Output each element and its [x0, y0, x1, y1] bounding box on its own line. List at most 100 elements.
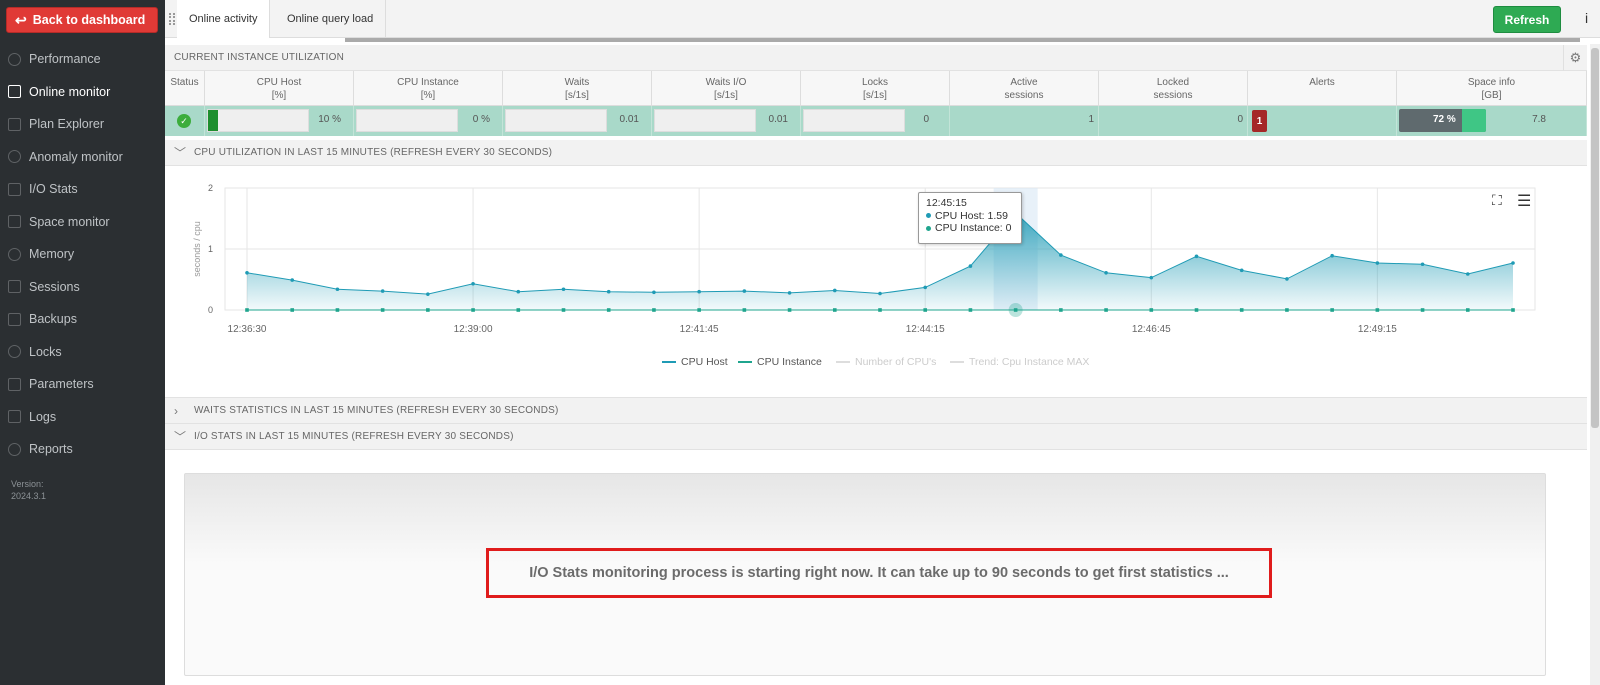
- io-section-header[interactable]: ﹀ I/O STATS IN LAST 15 MINUTES (REFRESH …: [165, 424, 1587, 450]
- cpu-host-point[interactable]: [1104, 270, 1108, 275]
- cpu-instance-point[interactable]: [516, 308, 521, 312]
- cpu-host-point[interactable]: [1330, 253, 1334, 258]
- cpu-instance-point[interactable]: [1059, 308, 1063, 312]
- cpu-host-point[interactable]: [290, 278, 295, 282]
- cpu-instance-point[interactable]: [697, 308, 701, 312]
- cpu-host-point[interactable]: [652, 290, 656, 295]
- cpu-section-header[interactable]: ﹀ CPU UTILIZATION IN LAST 15 MINUTES (RE…: [165, 140, 1587, 166]
- cpu-instance-point[interactable]: [335, 308, 340, 312]
- cpu-host-point[interactable]: [742, 289, 747, 293]
- cpu-host-point[interactable]: [1239, 268, 1244, 273]
- cpu-host-point[interactable]: [245, 270, 249, 275]
- cpu-instance-point[interactable]: [471, 308, 475, 312]
- sidebar-item-anomaly-monitor[interactable]: Anomaly monitor: [0, 141, 165, 174]
- sidebar-item-i-o-stats[interactable]: I/O Stats: [0, 173, 165, 206]
- fullscreen-icon[interactable]: ⛶: [1492, 192, 1502, 209]
- refresh-button[interactable]: Refresh: [1493, 6, 1561, 33]
- space-info-cell: 72 % 7.8: [1397, 106, 1587, 136]
- sidebar-item-performance[interactable]: Performance: [0, 43, 165, 76]
- cpu-host-point[interactable]: [697, 289, 701, 294]
- sidebar-item-sessions[interactable]: Sessions: [0, 271, 165, 304]
- cpu-instance-point[interactable]: [742, 308, 747, 312]
- alerts-badge[interactable]: 1: [1252, 110, 1267, 132]
- drag-handle-icon[interactable]: [169, 13, 175, 25]
- sidebar-item-space-monitor[interactable]: Space monitor: [0, 206, 165, 239]
- legend-cpu-host[interactable]: CPU Host: [662, 356, 728, 368]
- cpu-instance-point[interactable]: [1330, 308, 1334, 312]
- cpu-host-point[interactable]: [1194, 254, 1199, 259]
- cpu-instance-point[interactable]: [561, 308, 566, 312]
- cpu-instance-point[interactable]: [1511, 308, 1515, 312]
- cpu-host-point[interactable]: [561, 287, 566, 292]
- cpu-instance-point[interactable]: [1375, 308, 1380, 312]
- legend-cpu-instance[interactable]: CPU Instance: [738, 356, 822, 368]
- cpu-host-point[interactable]: [832, 288, 837, 293]
- sidebar-item-online-monitor[interactable]: Online monitor: [0, 76, 165, 109]
- sidebar-item-logs[interactable]: Logs: [0, 401, 165, 434]
- tab-online-activity[interactable]: Online activity: [177, 0, 271, 38]
- chart-menu-icon[interactable]: ☰: [1517, 191, 1531, 211]
- cpu-instance-point[interactable]: [652, 308, 656, 312]
- cpu-instance-point[interactable]: [1239, 308, 1244, 312]
- cpu-host-point[interactable]: [335, 287, 340, 292]
- cpu-host-point[interactable]: [1149, 275, 1154, 280]
- sidebar-item-label: Memory: [29, 247, 75, 262]
- waits-io-bar: [654, 109, 756, 132]
- sidebar-item-parameters[interactable]: Parameters: [0, 368, 165, 401]
- cpu-instance-point[interactable]: [1465, 308, 1470, 312]
- vertical-scrollbar[interactable]: [1590, 44, 1600, 685]
- cpu-instance-point[interactable]: [1285, 308, 1289, 312]
- cpu-host-point[interactable]: [516, 289, 521, 294]
- cpu-host-point[interactable]: [471, 281, 475, 286]
- cpu-host-point[interactable]: [923, 285, 928, 290]
- cpu-instance-point[interactable]: [878, 308, 882, 312]
- cpu-instance-point[interactable]: [1149, 308, 1154, 312]
- legend-number-of-cpus[interactable]: Number of CPU's: [836, 356, 936, 368]
- cpu-host-point[interactable]: [1059, 253, 1063, 257]
- cpu-host-point[interactable]: [1285, 277, 1289, 281]
- tab-online-query-load[interactable]: Online query load: [275, 0, 387, 38]
- cpu-instance-point[interactable]: [1194, 308, 1199, 312]
- cpu-host-point[interactable]: [878, 291, 882, 296]
- column-header-space-info: Space info [GB]: [1397, 71, 1587, 106]
- sidebar-item-backups[interactable]: Backups: [0, 303, 165, 336]
- cpu-host-point[interactable]: [787, 291, 792, 295]
- sidebar-item-plan-explorer[interactable]: Plan Explorer: [0, 108, 165, 141]
- sidebar-item-label: Logs: [29, 409, 57, 424]
- sidebar-item-reports[interactable]: Reports: [0, 433, 165, 466]
- cpu-host-point[interactable]: [426, 292, 430, 296]
- cpu-utilization-chart: 0 1 2 12:36:30 12:39:00 12:41:45 12:44:15 12:46…: [192, 183, 1536, 335]
- cpu-instance-point[interactable]: [787, 308, 792, 312]
- cpu-host-point[interactable]: [1465, 272, 1470, 276]
- cpu-host-point[interactable]: [968, 264, 973, 268]
- cpu-instance-point[interactable]: [832, 308, 837, 312]
- cpu-instance-point[interactable]: [290, 308, 295, 312]
- grid-icon: [8, 377, 21, 391]
- back-to-dashboard-button[interactable]: ↩ Back to dashboard: [6, 7, 158, 33]
- waits-section-header[interactable]: › WAITS STATISTICS IN LAST 15 MINUTES (R…: [165, 397, 1587, 424]
- cpu-host-point[interactable]: [1375, 261, 1380, 265]
- cpu-instance-point[interactable]: [426, 308, 430, 312]
- legend-trend-cpu-instance-max[interactable]: Trend: Cpu Instance MAX: [950, 356, 1089, 368]
- cpu-instance-point[interactable]: [1013, 308, 1018, 312]
- cpu-host-point[interactable]: [1511, 261, 1515, 265]
- cpu-instance-point[interactable]: [1420, 308, 1425, 312]
- sidebar-item-memory[interactable]: Memory: [0, 238, 165, 271]
- top-bar: Online activity Online query load Refres…: [165, 0, 1600, 38]
- cpu-instance-point[interactable]: [1104, 308, 1108, 312]
- info-icon[interactable]: i: [1585, 10, 1588, 26]
- cpu-host-point[interactable]: [1420, 262, 1425, 267]
- sidebar-item-label: Online monitor: [29, 84, 111, 99]
- cpu-instance-point[interactable]: [380, 308, 385, 312]
- cpu-host-point[interactable]: [380, 289, 385, 293]
- cpu-host-point[interactable]: [606, 289, 611, 294]
- tooltip-instance-dot-icon: [926, 225, 931, 231]
- vertical-scrollbar-thumb[interactable]: [1591, 48, 1599, 428]
- cpu-instance-point[interactable]: [606, 308, 611, 312]
- cpu-instance-point[interactable]: [923, 308, 928, 312]
- settings-gear-icon[interactable]: ⚙: [1563, 45, 1587, 71]
- sidebar-item-locks[interactable]: Locks: [0, 336, 165, 369]
- horizontal-scrollbar[interactable]: [345, 38, 1580, 42]
- cpu-instance-point[interactable]: [245, 308, 249, 312]
- cpu-instance-point[interactable]: [968, 308, 973, 312]
